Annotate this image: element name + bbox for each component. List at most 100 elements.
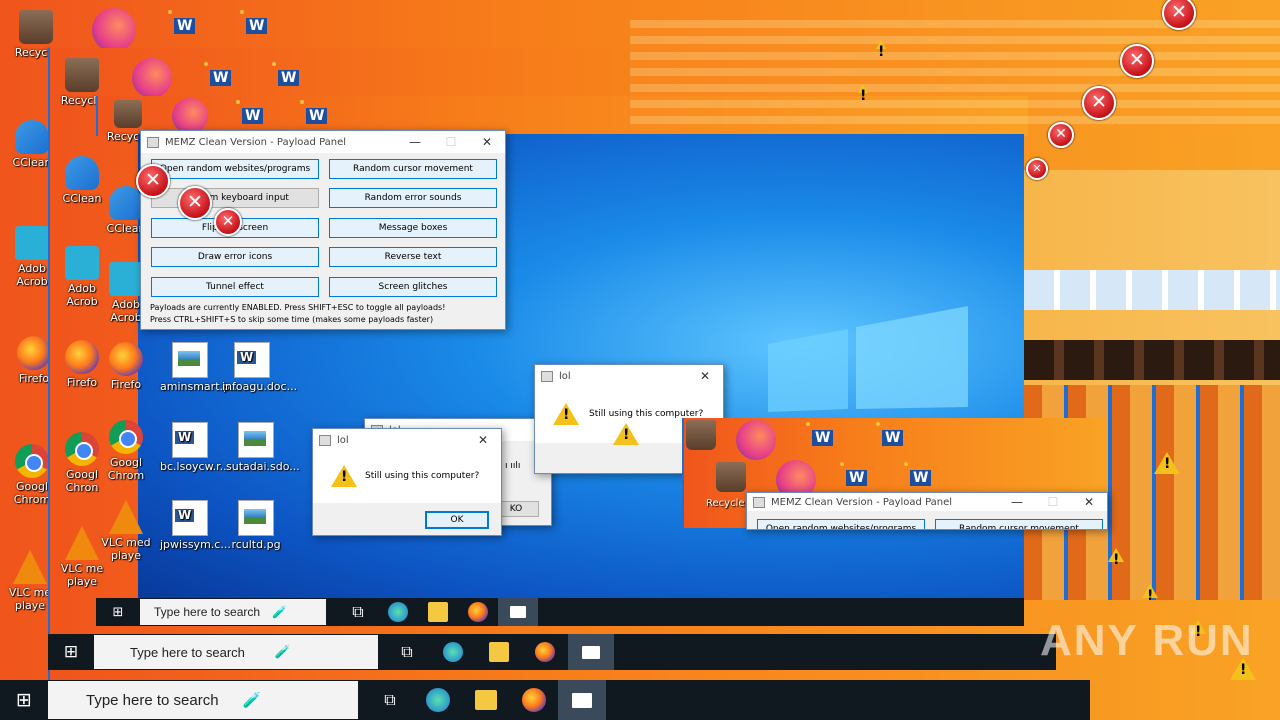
message-box-ok-button[interactable]: OK [425, 511, 489, 529]
payload-panel-window[interactable]: MEMZ Clean Version - Payload Panel — ☐ ✕… [140, 130, 506, 330]
payload-panel-small-titlebar[interactable]: MEMZ Clean Version - Payload Panel — ☐ ✕ [747, 493, 1107, 511]
memz-taskbar-icon[interactable] [558, 680, 606, 720]
start-button[interactable]: ⊞ [96, 605, 140, 620]
vlc-icon [65, 526, 99, 560]
file-icon[interactable]: aminsmart.p... [160, 342, 240, 393]
recycle-bin-label: Recycle [706, 498, 745, 509]
payload-status-line-1: Payloads are currently ENABLED. Press SH… [150, 303, 446, 312]
taskbar-inner: ⊞ Type here to search 🧪 ⧉ [96, 598, 1024, 626]
maximize-icon[interactable]: ☐ [1035, 495, 1071, 509]
file-explorer-icon[interactable] [418, 598, 458, 626]
image-file-icon [238, 422, 274, 458]
firefox-icon [17, 336, 51, 370]
start-button[interactable]: ⊞ [48, 642, 94, 662]
edge-icon [736, 420, 776, 460]
search-input[interactable]: Type here to search 🧪 [48, 681, 358, 719]
payload-tunnel-effect-button[interactable]: Tunnel effect [151, 277, 319, 297]
payload-message-boxes-button[interactable]: Message boxes [329, 218, 497, 238]
close-icon[interactable]: ✕ [687, 369, 723, 383]
file-explorer-icon[interactable] [462, 680, 510, 720]
warning-icon [553, 403, 579, 425]
ccleaner-icon [15, 120, 49, 154]
file-icon[interactable]: jpwissym.c... [160, 500, 231, 551]
edge-taskbar-icon[interactable] [378, 598, 418, 626]
science-flasks-icon: 🧪 [274, 644, 292, 659]
recycle-bin-icon [686, 420, 716, 450]
error-icon: ✕ [214, 208, 242, 236]
maximize-icon[interactable]: ☐ [433, 135, 469, 149]
error-icon: ✕ [1120, 44, 1154, 78]
search-input[interactable]: Type here to search 🧪 [94, 635, 378, 669]
message-box-text: Still using this computer? [365, 471, 480, 481]
payload-panel-window-small[interactable]: MEMZ Clean Version - Payload Panel — ☐ ✕… [746, 492, 1108, 530]
taskbar-outer: ⊞ Type here to search 🧪 ⧉ [0, 680, 1090, 720]
payload-cursor-movement-button-small[interactable]: Random cursor movement [935, 519, 1103, 529]
close-icon[interactable]: ✕ [465, 433, 501, 447]
word-file-icon [234, 342, 270, 378]
file-icon[interactable]: sutadai.sdo... [226, 422, 300, 473]
file-icon[interactable]: rcultd.pg [226, 500, 286, 551]
memz-taskbar-icon[interactable] [568, 634, 614, 670]
vlc-shortcut-3[interactable]: VLC med playe [96, 500, 156, 562]
file-icon[interactable]: bc.lsoycw.r... [160, 422, 230, 473]
task-view-icon[interactable]: ⧉ [366, 680, 414, 720]
vlc-icon [13, 550, 47, 584]
science-flasks-icon: 🧪 [242, 692, 262, 709]
edge-taskbar-icon[interactable] [430, 634, 476, 670]
message-box-back-text: ı ıılı [505, 461, 521, 471]
payload-panel-title: MEMZ Clean Version - Payload Panel [165, 136, 347, 148]
warning-icon [858, 84, 868, 104]
message-box[interactable]: lol ✕ Still using this computer? OK [312, 428, 502, 536]
edge-taskbar-icon[interactable] [414, 680, 462, 720]
acrobat-icon [109, 262, 143, 296]
word-doc-icon [806, 422, 834, 446]
word-file-icon [172, 422, 208, 458]
start-button[interactable]: ⊞ [0, 689, 48, 711]
recycle-bin-icon [716, 462, 746, 492]
recycle-bin-icon [114, 100, 142, 128]
task-view-icon[interactable]: ⧉ [338, 598, 378, 626]
recycle-bin-icon [19, 10, 53, 44]
close-icon[interactable]: ✕ [1071, 495, 1107, 509]
image-file-icon [172, 342, 208, 378]
payload-cursor-movement-button[interactable]: Random cursor movement [329, 159, 497, 179]
payload-reverse-text-button[interactable]: Reverse text [329, 247, 497, 267]
payload-error-sounds-button[interactable]: Random error sounds [329, 188, 497, 208]
close-icon[interactable]: ✕ [469, 135, 505, 149]
edge-icon [92, 8, 136, 52]
vlc-icon [109, 500, 143, 534]
payload-panel-titlebar[interactable]: MEMZ Clean Version - Payload Panel — ☐ ✕ [141, 131, 505, 153]
search-input[interactable]: Type here to search 🧪 [140, 599, 326, 625]
message-box-titlebar[interactable]: lol ✕ [313, 429, 501, 451]
word-doc-icon [204, 62, 232, 86]
warning-icon [1154, 452, 1180, 474]
message-box-right-titlebar[interactable]: lol ✕ [535, 365, 723, 387]
firefox-taskbar-icon[interactable] [458, 598, 498, 626]
memz-taskbar-icon[interactable] [498, 598, 538, 626]
acrobat-icon [15, 226, 49, 260]
firefox-shortcut-3[interactable]: Firefo [96, 342, 156, 391]
word-doc-icon [240, 10, 268, 34]
recycle-bin-icon [65, 58, 99, 92]
payload-draw-error-icons-button[interactable]: Draw error icons [151, 247, 319, 267]
app-icon [319, 434, 331, 446]
error-icon: ✕ [178, 186, 212, 220]
chrome-icon [15, 444, 49, 478]
payload-open-websites-button[interactable]: Open random websites/programs [151, 159, 319, 179]
ccleaner-icon [65, 156, 99, 190]
payload-screen-glitches-button[interactable]: Screen glitches [329, 277, 497, 297]
firefox-taskbar-icon[interactable] [522, 634, 568, 670]
minimize-icon[interactable]: — [999, 495, 1035, 509]
minimize-icon[interactable]: — [397, 135, 433, 149]
payload-keyboard-input-button[interactable]: Random keyboard input [151, 188, 319, 208]
file-explorer-icon[interactable] [476, 634, 522, 670]
task-view-icon[interactable]: ⧉ [384, 634, 430, 670]
chrome-icon [109, 420, 143, 454]
word-doc-icon [300, 100, 328, 124]
firefox-icon [65, 340, 99, 374]
error-icon: ✕ [1082, 86, 1116, 120]
payload-open-websites-button-small[interactable]: Open random websites/programs [757, 519, 925, 529]
file-icon[interactable]: infoagu.doc... [222, 342, 297, 393]
chrome-shortcut-3[interactable]: Googl Chrom [96, 420, 156, 482]
firefox-taskbar-icon[interactable] [510, 680, 558, 720]
